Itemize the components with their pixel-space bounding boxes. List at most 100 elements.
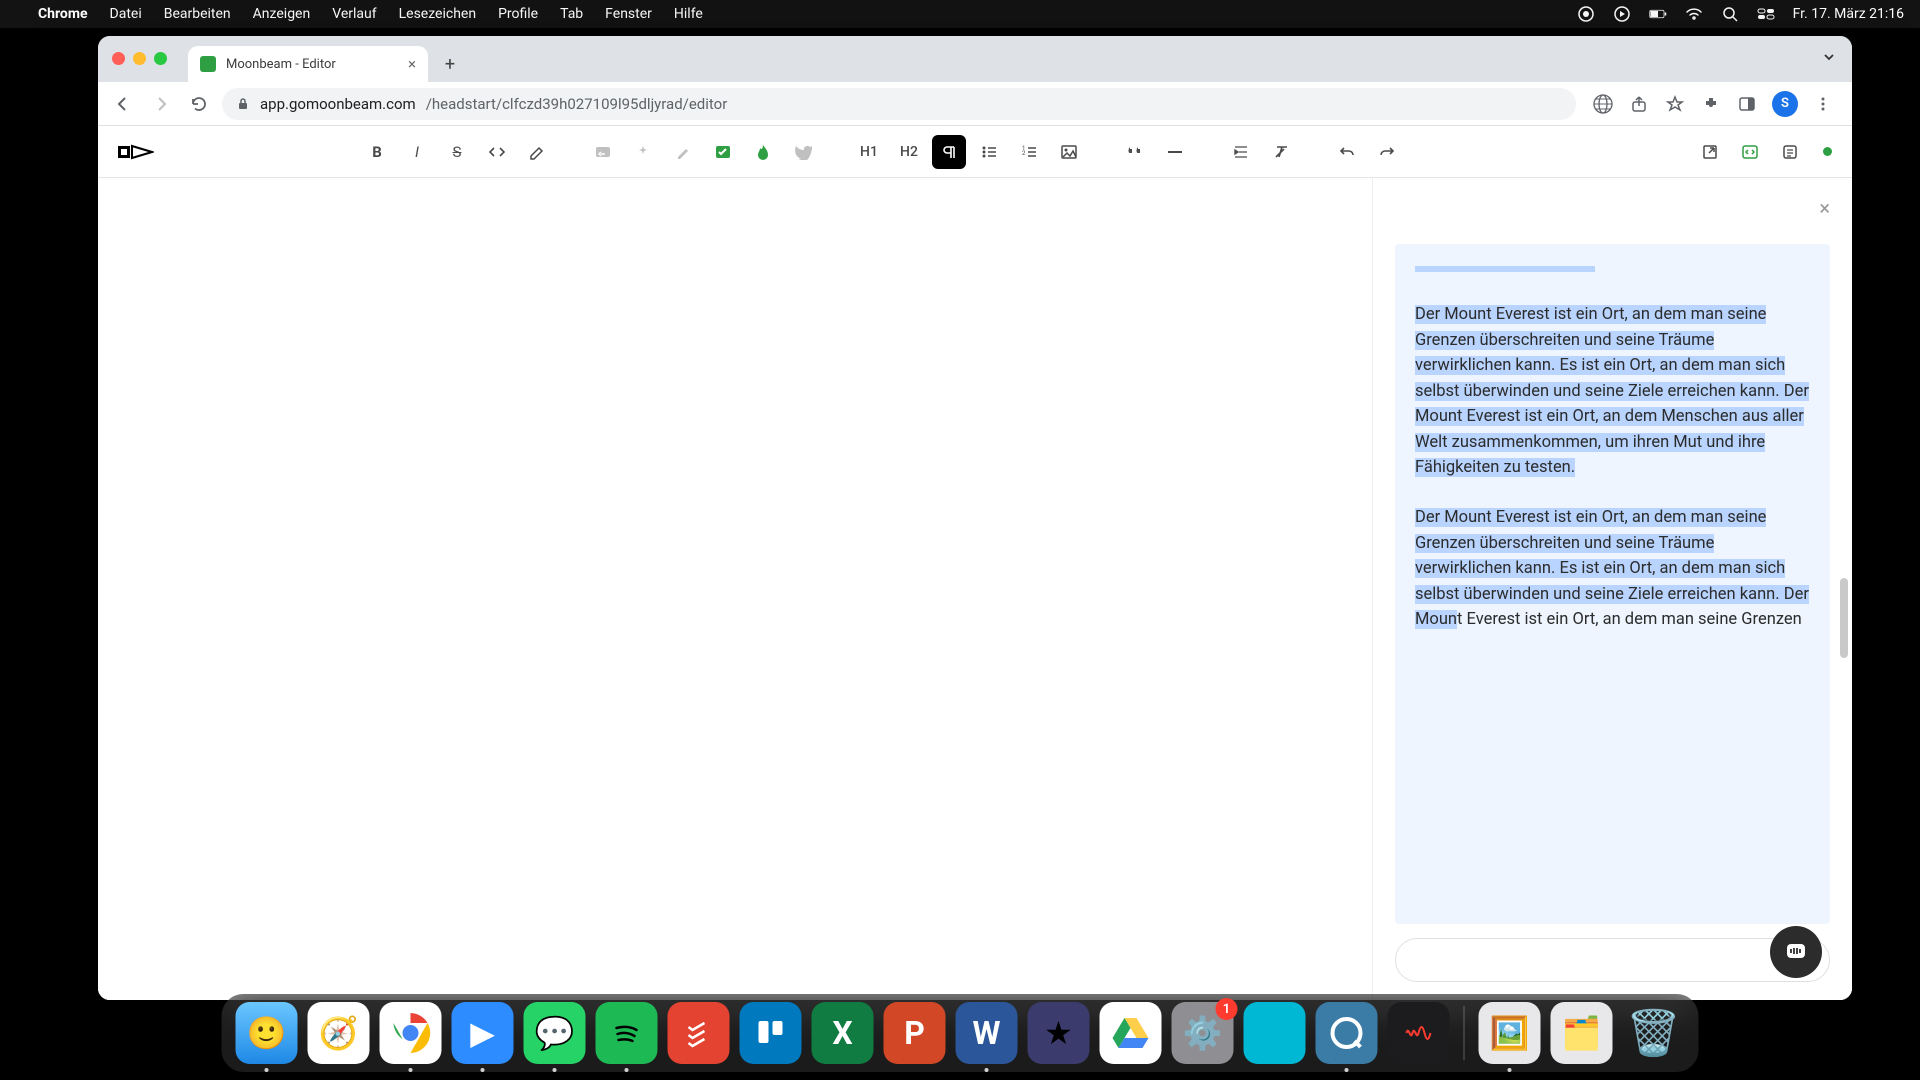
indent-button[interactable] [1224,135,1258,169]
editor-body: × Der Mount Everest ist ein Ort, an dem … [98,178,1852,1000]
panel-scrollbar[interactable] [1840,258,1848,658]
dock-spotify[interactable] [596,1002,658,1064]
selected-fragment-top [1415,266,1595,272]
dock-settings[interactable]: ⚙️1 [1172,1002,1234,1064]
extensions-icon[interactable] [1700,93,1722,115]
undo-button[interactable] [1330,135,1364,169]
menu-profile[interactable]: Profile [498,6,538,22]
window-close-button[interactable] [112,52,125,65]
lock-icon [236,97,250,111]
window-minimize-button[interactable] [133,52,146,65]
dock-app-teal[interactable] [1244,1002,1306,1064]
wifi-icon[interactable] [1685,5,1703,23]
menu-verlauf[interactable]: Verlauf [332,6,376,22]
dock-whatsapp[interactable]: 💬 [524,1002,586,1064]
chrome-menu-icon[interactable] [1812,93,1834,115]
address-bar[interactable]: app.gomoonbeam.com/headstart/clfczd39h02… [222,88,1576,120]
edit-pencil-icon[interactable] [666,135,700,169]
dock-trash[interactable]: 🗑️ [1623,1002,1685,1064]
bookmark-star-icon[interactable] [1664,93,1686,115]
highlight-button[interactable] [520,135,554,169]
dock-chrome[interactable] [380,1002,442,1064]
profile-avatar[interactable]: S [1772,91,1798,117]
dock-googledrive[interactable] [1100,1002,1162,1064]
dock-imovie[interactable]: ★ [1028,1002,1090,1064]
tab-close-icon[interactable]: × [408,55,416,73]
menu-datei[interactable]: Datei [110,6,142,22]
bold-button[interactable]: B [360,135,394,169]
editor-canvas[interactable] [98,178,1372,1000]
twitter-icon[interactable] [786,135,820,169]
menu-lesezeichen[interactable]: Lesezeichen [399,6,476,22]
dock-powerpoint[interactable]: P [884,1002,946,1064]
paragraph-1: Der Mount Everest ist ein Ort, an dem ma… [1415,305,1809,477]
ai-undo-button[interactable] [586,135,620,169]
screen-record-icon[interactable] [1577,5,1595,23]
dock-trello[interactable] [740,1002,802,1064]
menu-fenster[interactable]: Fenster [605,6,652,22]
dock-preview[interactable]: 🖼️ [1479,1002,1541,1064]
window-maximize-button[interactable] [154,52,167,65]
nav-reload-button[interactable] [184,89,214,119]
intercom-chat-button[interactable] [1770,926,1822,978]
bullet-list-button[interactable] [972,135,1006,169]
panel-close-icon[interactable]: × [1819,196,1830,220]
image-button[interactable] [1052,135,1086,169]
panel-text-content[interactable]: Der Mount Everest ist ein Ort, an dem ma… [1395,244,1830,924]
tab-favicon-icon [200,56,216,72]
menubar-app-name[interactable]: Chrome [38,6,88,22]
dock-voicememos[interactable] [1388,1002,1450,1064]
outline-panel-button[interactable] [1773,135,1807,169]
menu-tab[interactable]: Tab [560,6,583,22]
heading1-button[interactable]: H1 [852,135,886,169]
battery-icon[interactable] [1649,5,1667,23]
menubar-clock[interactable]: Fr. 17. März 21:16 [1793,6,1904,22]
svg-text:2: 2 [1022,150,1026,157]
share-icon[interactable] [1628,93,1650,115]
code-button[interactable] [480,135,514,169]
dock-zoom[interactable]: ▶ [452,1002,514,1064]
nav-back-button[interactable] [108,89,138,119]
chrome-urlbar: app.gomoonbeam.com/headstart/clfczd39h02… [98,82,1852,126]
search-icon[interactable] [1721,5,1739,23]
dock-safari[interactable]: 🧭 [308,1002,370,1064]
dock-todoist[interactable] [668,1002,730,1064]
export-button[interactable] [1693,135,1727,169]
menu-anzeigen[interactable]: Anzeigen [253,6,311,22]
moonbeam-logo-icon[interactable] [118,140,154,164]
browser-tab[interactable]: Moonbeam - Editor × [188,46,428,82]
menu-bearbeiten[interactable]: Bearbeiten [164,6,231,22]
sparkle-icon[interactable] [626,135,660,169]
dock-finder[interactable]: 🙂 [236,1002,298,1064]
paragraph-button[interactable] [932,135,966,169]
panel-chat-input[interactable] [1395,938,1830,982]
ai-checklist-icon[interactable] [706,135,740,169]
google-translate-icon[interactable] [1592,93,1614,115]
heading2-button[interactable]: H2 [892,135,926,169]
quote-button[interactable] [1118,135,1152,169]
nav-forward-button[interactable] [146,89,176,119]
chrome-window: Moonbeam - Editor × + app.gomoonbeam.com… [98,36,1852,1000]
side-panel-icon[interactable] [1736,93,1758,115]
macos-menubar: Chrome Datei Bearbeiten Anzeigen Verlauf… [0,0,1920,28]
paragraph-2-rest: Everest ist ein Ort, an dem man seine Gr… [1462,610,1801,629]
menu-hilfe[interactable]: Hilfe [674,6,703,22]
new-tab-button[interactable]: + [436,50,464,78]
divider-button[interactable] [1158,135,1192,169]
url-path: /headstart/clfczd39h027109l95dljyrad/edi… [426,95,728,113]
italic-button[interactable]: I [400,135,434,169]
dock-screenshot-folder[interactable]: 🗂️ [1551,1002,1613,1064]
playback-icon[interactable] [1613,5,1631,23]
dock-word[interactable]: W [956,1002,1018,1064]
redo-button[interactable] [1370,135,1404,169]
strikethrough-button[interactable]: S [440,135,474,169]
tabs-dropdown-icon[interactable] [1822,50,1836,64]
dock-quicktime[interactable] [1316,1002,1378,1064]
numbered-list-button[interactable]: 12 [1012,135,1046,169]
dock-excel[interactable]: X [812,1002,874,1064]
control-center-icon[interactable] [1757,5,1775,23]
clear-format-button[interactable] [1264,135,1298,169]
macos-dock: 🙂 🧭 ▶ 💬 X P W ★ ⚙️1 🖼️ 🗂️ 🗑️ [222,994,1699,1072]
code-export-button[interactable] [1733,135,1767,169]
flame-icon[interactable] [746,135,780,169]
